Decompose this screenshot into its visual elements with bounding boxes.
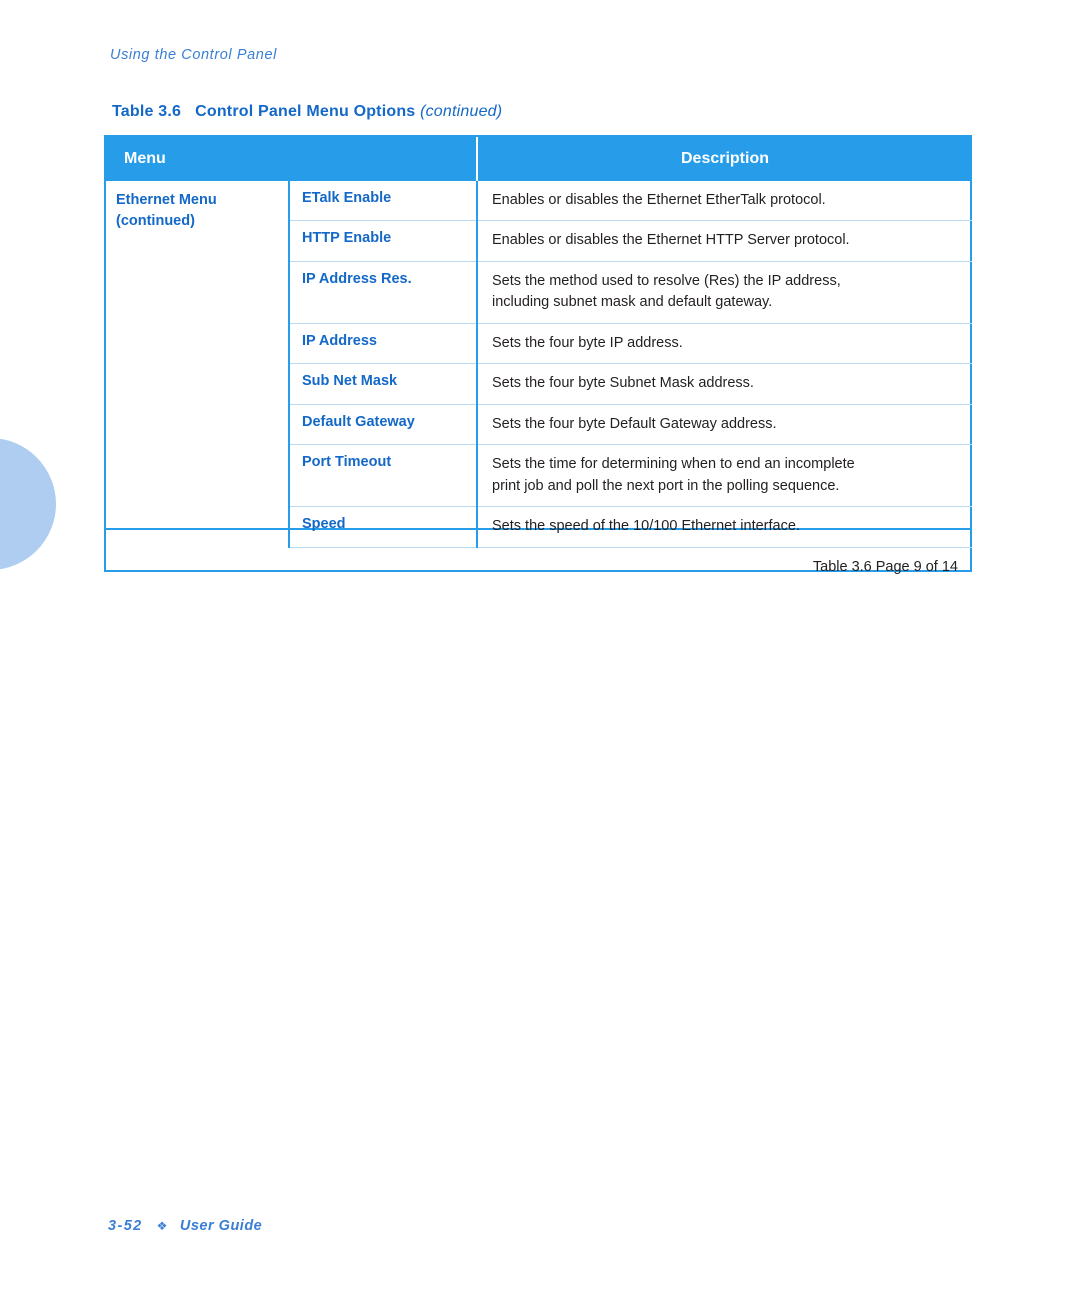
description-line-1: Sets the four byte IP address. [492, 334, 683, 351]
table-caption-number: Table 3.6 [112, 103, 182, 120]
menu-option-label: HTTP Enable [289, 220, 478, 262]
control-panel-menu-options-table: Menu Description Ethernet Menu (continue… [104, 137, 972, 583]
menu-option-label: Port Timeout [289, 444, 478, 508]
menu-option-description: Enables or disables the Ethernet HTTP Se… [477, 220, 972, 262]
description-line-1: Enables or disables the Ethernet HTTP Se… [492, 232, 850, 249]
page-footer-label: User Guide [179, 1218, 263, 1234]
menu-option-description: Sets the speed of the 10/100 Ethernet in… [477, 506, 972, 548]
menu-option-description: Enables or disables the Ethernet EtherTa… [477, 181, 972, 222]
menu-option-label: Sub Net Mask [289, 363, 478, 405]
menu-group-continued: (continued) [116, 212, 195, 229]
menu-option-label: IP Address [289, 323, 478, 365]
menu-option-description: Sets the four byte Default Gateway addre… [477, 404, 972, 446]
menu-option-description: Sets the four byte Subnet Mask address. [477, 363, 972, 405]
menu-option-description: Sets the four byte IP address. [477, 323, 972, 365]
table-caption-continued: (continued) [420, 103, 503, 120]
diamond-icon: ❖ [156, 1219, 168, 1233]
menu-option-description: Sets the method used to resolve (Res) th… [477, 261, 972, 324]
description-line-1: Sets the time for determining when to en… [492, 456, 855, 473]
decorative-edge-shape [0, 438, 56, 570]
menu-group-label: Ethernet Menu (continued) [104, 181, 290, 548]
page-number: 3-52 [108, 1218, 143, 1234]
column-header-menu: Menu [104, 137, 478, 181]
table-footer-row: Table 3.6 Page 9 of 14 [104, 547, 972, 583]
menu-group-name: Ethernet Menu [116, 192, 217, 208]
description-line-1: Sets the four byte Subnet Mask address. [492, 375, 754, 392]
menu-option-description: Sets the time for determining when to en… [477, 444, 972, 508]
table-row: Ethernet Menu (continued) ETalk Enable E… [104, 181, 972, 548]
description-line-1: Sets the four byte Default Gateway addre… [492, 415, 777, 432]
description-line-1: Sets the speed of the 10/100 Ethernet in… [492, 518, 800, 535]
menu-option-label: ETalk Enable [289, 181, 478, 222]
running-header: Using the Control Panel [110, 47, 277, 63]
table-header-row: Menu Description [104, 137, 972, 181]
description-line-1: Sets the method used to resolve (Res) th… [492, 272, 841, 289]
column-header-description: Description [477, 137, 972, 181]
table-footer-label: Table 3.6 Page 9 of 14 [812, 558, 958, 575]
menu-option-label: Speed [289, 506, 478, 548]
description-line-2: print job and poll the next port in the … [492, 477, 840, 494]
table-caption: Table 3.6 Control Panel Menu Options (con… [112, 103, 502, 121]
description-line-1: Enables or disables the Ethernet EtherTa… [492, 192, 826, 208]
table-caption-title: Control Panel Menu Options [195, 103, 416, 120]
description-line-2: including subnet mask and default gatewa… [492, 294, 773, 311]
page-footer: 3-52 ❖ User Guide [108, 1218, 262, 1234]
menu-option-label: IP Address Res. [289, 261, 478, 324]
menu-option-label: Default Gateway [289, 404, 478, 446]
